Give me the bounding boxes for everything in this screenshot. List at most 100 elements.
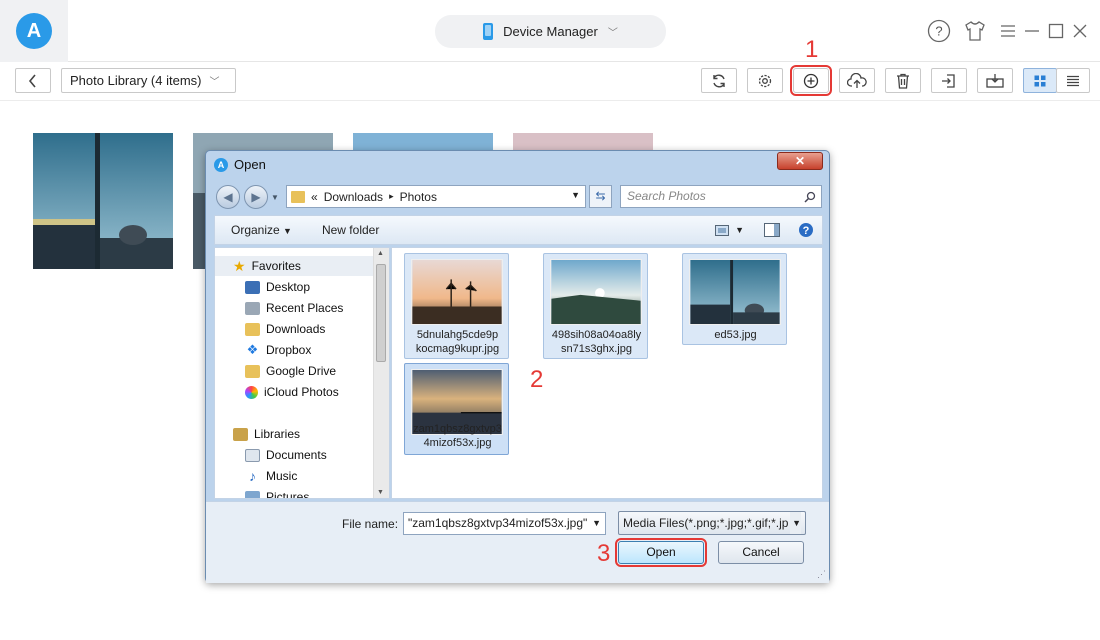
organize-label: Organize	[231, 223, 280, 237]
file-name-line: 4mizof53x.jpg	[423, 437, 492, 449]
back-arrow-icon[interactable]: ◀	[216, 185, 240, 209]
add-button[interactable]	[790, 65, 832, 96]
nav-recent-places-label: Recent Places	[266, 301, 344, 315]
open-button[interactable]: Open	[615, 538, 707, 567]
refresh-icon	[713, 74, 725, 87]
grid-view-button[interactable]	[1023, 68, 1057, 93]
photo-library-dropdown[interactable]: Photo Library (4 items) ﹀	[61, 68, 236, 93]
export-to-device-button[interactable]	[931, 68, 967, 93]
nav-icloud-photos-label: iCloud Photos	[264, 385, 339, 399]
add-icon	[803, 73, 819, 88]
icloud-photos-icon	[245, 385, 258, 399]
search-placeholder: Search Photos	[627, 189, 706, 203]
nav-scrollbar[interactable]: ▲ ▼	[373, 248, 389, 498]
nav-desktop[interactable]: Desktop	[215, 277, 310, 297]
help-icon[interactable]: ?	[926, 17, 952, 45]
nav-pictures-label: Pictures	[266, 490, 310, 499]
file-name: 498sih08a04oa8ly sn71s3ghx.jpg	[546, 328, 647, 356]
star-icon: ★	[233, 257, 246, 274]
refresh-icon[interactable]: ⇆	[589, 185, 612, 208]
cloud-upload-icon	[847, 72, 867, 88]
file-type-dropdown-icon[interactable]: ▼	[790, 512, 801, 534]
new-folder-button[interactable]: New folder	[322, 223, 379, 237]
file-name-dropdown-icon[interactable]: ▼	[592, 513, 601, 534]
scroll-up-icon[interactable]: ▲	[377, 250, 384, 257]
list-view-icon	[1067, 75, 1079, 86]
history-dropdown-icon[interactable]: ▼	[271, 193, 279, 202]
chevron-down-icon: ▼	[735, 225, 744, 235]
file-name: ed53.jpg	[685, 328, 786, 342]
file-type-value: Media Files(*.png;*.jpg;*.gif;*.jp	[623, 516, 789, 530]
file-tile[interactable]: 5dnulahg5cde9p kocmag9kupr.jpg	[404, 253, 509, 359]
chevron-down-icon: ﹀	[607, 28, 618, 39]
nav-dropbox-label: Dropbox	[266, 343, 312, 357]
settings-button[interactable]	[747, 68, 783, 93]
breadcrumb-downloads[interactable]: Downloads	[324, 190, 383, 204]
nav-favorites-label: Favorites	[251, 259, 301, 273]
nav-downloads[interactable]: Downloads	[215, 319, 325, 339]
file-name: zam1qbsz8gxtvp3 4mizof53x.jpg	[407, 422, 508, 450]
file-tile[interactable]: ed53.jpg	[682, 253, 787, 345]
nav-dropbox[interactable]: ❖ Dropbox	[215, 340, 312, 360]
export-to-computer-icon	[986, 73, 1004, 88]
nav-google-drive[interactable]: Google Drive	[215, 361, 336, 381]
breadcrumb-photos[interactable]: Photos	[400, 190, 437, 204]
file-type-select[interactable]: Media Files(*.png;*.jpg;*.gif;*.jp ▼	[618, 511, 806, 535]
nav-documents-label: Documents	[266, 448, 327, 462]
step-2-label: 2	[530, 366, 544, 393]
nav-music[interactable]: ♪ Music	[215, 466, 297, 486]
documents-icon	[245, 448, 260, 462]
address-dropdown-icon[interactable]: ▼	[571, 190, 580, 200]
close-icon[interactable]	[1070, 17, 1090, 45]
organize-button[interactable]: Organize ▼	[231, 223, 292, 237]
file-tile[interactable]: 498sih08a04oa8ly sn71s3ghx.jpg	[543, 253, 648, 359]
delete-button[interactable]	[885, 68, 921, 93]
nav-google-drive-label: Google Drive	[266, 364, 337, 378]
file-tile-selected[interactable]: zam1qbsz8gxtvp3 4mizof53x.jpg	[404, 363, 509, 455]
minimize-icon[interactable]	[1022, 17, 1042, 45]
search-input[interactable]: Search Photos	[620, 185, 822, 208]
list-view-button[interactable]	[1056, 68, 1090, 93]
skin-icon[interactable]	[962, 17, 988, 45]
open-file-dialog: A Open ✕ ◀ ▶ ▼ « Downloads ▸ Photos ▼ ⇆ …	[205, 150, 830, 583]
file-name-input[interactable]: "zam1qbsz8gxtvp34mizof53x.jpg" ▼	[403, 512, 606, 535]
back-button[interactable]	[15, 68, 51, 93]
file-thumbnail	[550, 259, 642, 325]
nav-pictures[interactable]: Pictures	[215, 487, 310, 499]
nav-libraries[interactable]: Libraries	[215, 424, 300, 444]
file-name-value: "zam1qbsz8gxtvp34mizof53x.jpg"	[408, 516, 588, 530]
google-drive-folder-icon	[245, 364, 260, 378]
refresh-button[interactable]	[701, 68, 737, 93]
nav-recent-places[interactable]: Recent Places	[215, 298, 343, 318]
export-to-computer-button[interactable]	[977, 68, 1013, 93]
nav-icloud-photos[interactable]: iCloud Photos	[215, 382, 339, 402]
nav-desktop-label: Desktop	[266, 280, 311, 294]
resize-grip-icon[interactable]: ⋰	[817, 569, 826, 580]
scrollbar-thumb[interactable]	[376, 264, 386, 362]
upload-button[interactable]	[839, 68, 875, 93]
dialog-footer: File name: "zam1qbsz8gxtvp34mizof53x.jpg…	[206, 501, 829, 583]
view-options[interactable]: ▼	[715, 224, 744, 236]
app-logo: A	[0, 0, 68, 62]
nav-favorites[interactable]: ★ Favorites	[215, 256, 373, 276]
photo-thumbnail[interactable]	[33, 133, 173, 269]
preview-pane-icon[interactable]	[764, 223, 780, 237]
maximize-icon[interactable]	[1046, 17, 1066, 45]
file-name-line: 498sih08a04oa8ly	[551, 329, 642, 341]
cancel-button[interactable]: Cancel	[718, 541, 804, 564]
phone-icon	[483, 23, 494, 40]
trash-icon	[897, 73, 909, 89]
address-bar[interactable]: « Downloads ▸ Photos ▼	[286, 185, 586, 208]
scroll-down-icon[interactable]: ▼	[377, 489, 384, 496]
nav-documents[interactable]: Documents	[215, 445, 327, 465]
device-manager-dropdown[interactable]: Device Manager ﹀	[435, 15, 666, 48]
help-icon[interactable]: ?	[798, 222, 814, 238]
search-icon	[804, 191, 816, 203]
change-view-icon	[715, 224, 730, 236]
forward-arrow-icon[interactable]: ▶	[244, 185, 268, 209]
app-window: A Device Manager ﹀ ? Photo Library (4 it…	[0, 0, 1100, 640]
app-logo-icon: A	[16, 13, 52, 49]
export-to-device-icon	[942, 73, 955, 88]
menu-icon[interactable]	[998, 17, 1018, 45]
dialog-close-button[interactable]: ✕	[777, 152, 823, 170]
